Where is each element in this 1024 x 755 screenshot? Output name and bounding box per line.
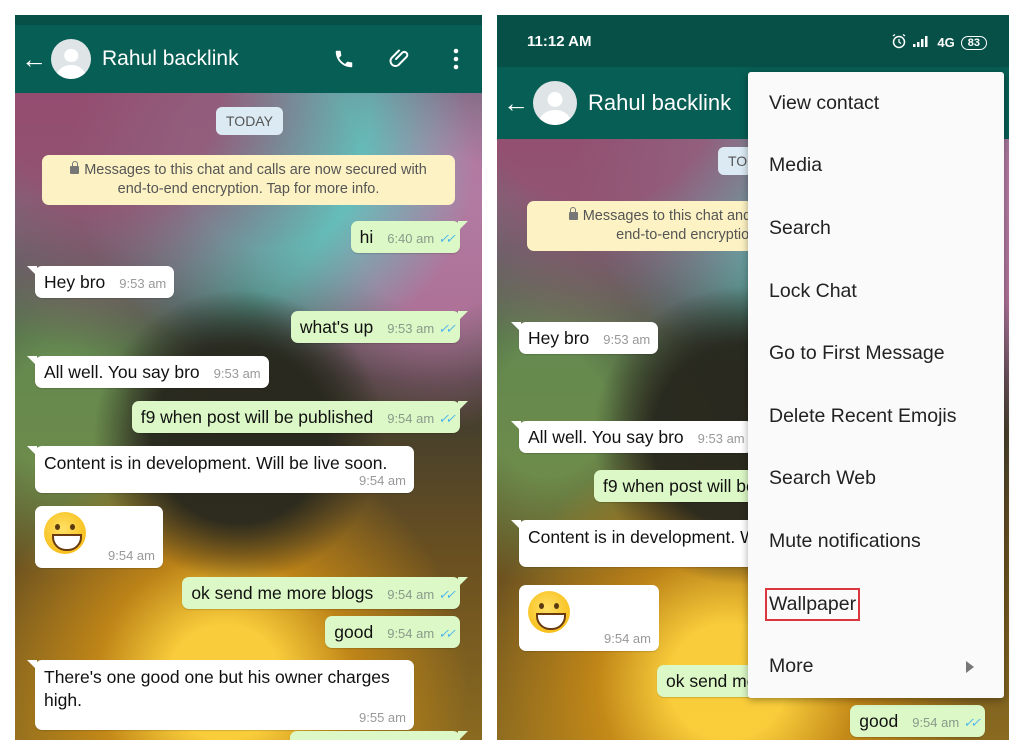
message-outgoing[interactable]: hi 6:40 am ✓✓ (350, 221, 469, 253)
message-incoming[interactable]: Content is in development. Will be live … (27, 446, 414, 493)
grinning-face-emoji (528, 591, 570, 633)
menu-item-more[interactable]: More (748, 635, 1004, 698)
status-time: 11:12 AM (527, 33, 592, 50)
overflow-menu: View contact Media Search Lock Chat Go t… (748, 72, 1004, 698)
avatar[interactable] (533, 81, 577, 125)
message-outgoing[interactable]: f9 when post will be published 9:54 am ✓✓ (131, 401, 469, 433)
message-incoming[interactable]: There's one good one but his owner charg… (27, 660, 414, 730)
signal-icon (913, 35, 931, 50)
contact-name[interactable]: Rahul backlink (102, 47, 239, 71)
message-incoming[interactable]: All well. You say bro 9:53 am (27, 356, 269, 388)
encryption-notice[interactable]: Messages to this chat and calls are now … (42, 155, 455, 205)
menu-item-media[interactable]: Media (748, 135, 1004, 198)
menu-item-delete-recent-emojis[interactable]: Delete Recent Emojis (748, 385, 1004, 448)
message-outgoing-partial[interactable] (290, 731, 468, 740)
paperclip-icon[interactable] (388, 47, 412, 71)
arrow-left-icon[interactable]: ← (499, 88, 533, 119)
read-ticks-icon: ✓✓ (438, 411, 456, 426)
read-ticks-icon: ✓✓ (438, 231, 456, 246)
message-incoming[interactable]: All well. You say bro 9:53 am (511, 421, 753, 453)
contact-name[interactable]: Rahul backlink (588, 90, 731, 116)
read-ticks-icon: ✓✓ (438, 587, 456, 602)
network-type: 4G (937, 35, 955, 50)
status-bar (15, 15, 482, 25)
avatar[interactable] (51, 39, 91, 79)
read-ticks-icon: ✓✓ (963, 715, 981, 730)
status-bar: 11:12 AM 4G 83 (497, 15, 1009, 67)
menu-item-wallpaper[interactable]: Wallpaper (748, 573, 1004, 636)
lock-icon (70, 161, 80, 174)
message-outgoing[interactable]: ok send me more blogs 9:54 am ✓✓ (182, 577, 468, 609)
message-outgoing[interactable]: good 9:54 am ✓✓ (325, 616, 460, 648)
menu-item-lock-chat[interactable]: Lock Chat (748, 260, 1004, 323)
menu-item-mute-notifications[interactable]: Mute notifications (748, 510, 1004, 573)
message-incoming[interactable]: 9:54 am (35, 506, 163, 568)
lock-icon (568, 207, 578, 220)
alarm-icon (891, 33, 907, 52)
menu-item-search-web[interactable]: Search Web (748, 448, 1004, 511)
chat-header: ← Rahul backlink (15, 25, 482, 93)
message-list[interactable]: TODAY Messages to this chat and calls ar… (15, 93, 482, 740)
message-incoming[interactable]: Hey bro 9:53 am (26, 266, 175, 298)
message-incoming[interactable]: 9:54 am (519, 585, 659, 651)
message-outgoing[interactable]: what's up 9:53 am ✓✓ (290, 311, 469, 343)
message-incoming[interactable]: Hey bro 9:53 am (510, 322, 659, 354)
menu-item-go-to-first-message[interactable]: Go to First Message (748, 322, 1004, 385)
arrow-left-icon[interactable]: ← (17, 44, 51, 75)
read-ticks-icon: ✓✓ (438, 626, 456, 641)
menu-item-search[interactable]: Search (748, 197, 1004, 260)
message-outgoing[interactable]: good 9:54 am ✓✓ (850, 705, 985, 737)
grinning-face-emoji (44, 512, 86, 554)
chat-screen-left: ← Rahul backlink TODAY Messages to this … (15, 15, 482, 740)
highlight-box: Wallpaper (765, 587, 861, 621)
menu-item-view-contact[interactable]: View contact (748, 72, 1004, 135)
read-ticks-icon: ✓✓ (438, 321, 456, 336)
phone-icon[interactable] (332, 47, 356, 71)
battery-icon: 83 (960, 35, 987, 50)
kebab-menu-icon[interactable] (444, 47, 468, 71)
submenu-arrow-icon (966, 660, 974, 673)
date-chip: TODAY (216, 107, 283, 135)
